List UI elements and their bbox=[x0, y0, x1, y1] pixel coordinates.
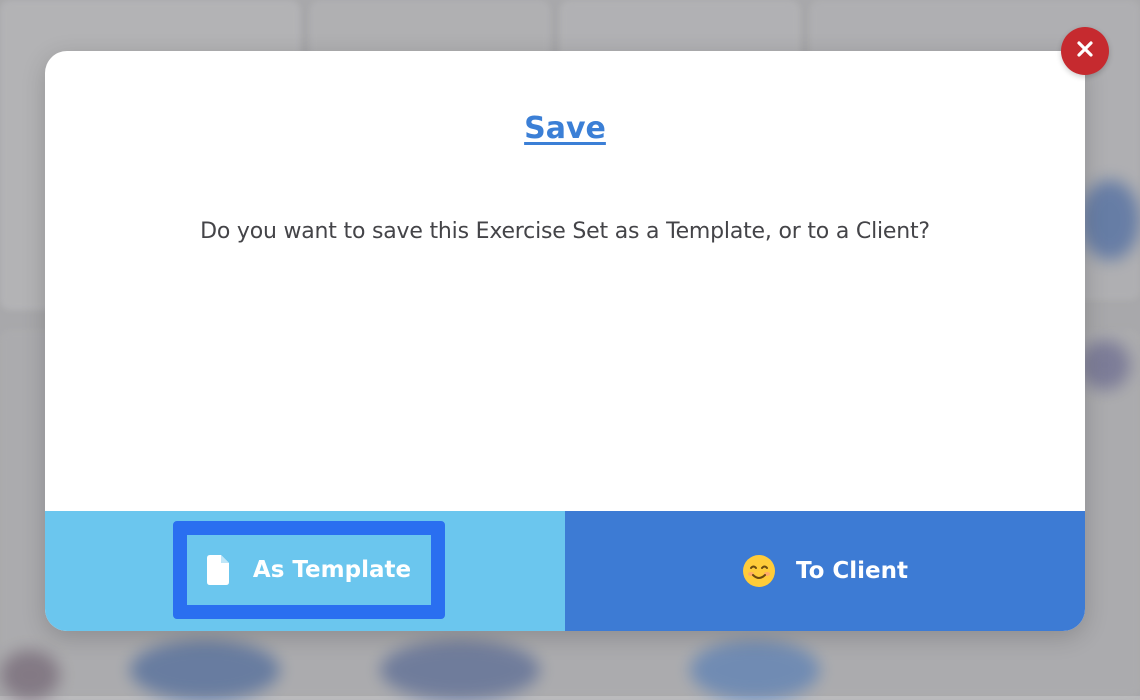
document-icon bbox=[206, 555, 229, 585]
as-template-label: As Template bbox=[252, 557, 412, 583]
as-template-button[interactable]: As Template bbox=[173, 521, 445, 619]
close-button[interactable] bbox=[1061, 27, 1109, 75]
dialog-footer: As Template To Client bbox=[45, 511, 1085, 631]
template-section: As Template bbox=[45, 511, 565, 631]
save-dialog: Save Do you want to save this Exercise S… bbox=[45, 51, 1085, 631]
dialog-title[interactable]: Save bbox=[45, 111, 1085, 146]
to-client-button[interactable]: To Client bbox=[742, 554, 908, 588]
client-section[interactable]: To Client bbox=[565, 511, 1085, 631]
to-client-label: To Client bbox=[795, 558, 909, 584]
dialog-message: Do you want to save this Exercise Set as… bbox=[200, 219, 930, 244]
smiling-face-icon bbox=[742, 554, 776, 588]
close-icon bbox=[1076, 40, 1094, 62]
